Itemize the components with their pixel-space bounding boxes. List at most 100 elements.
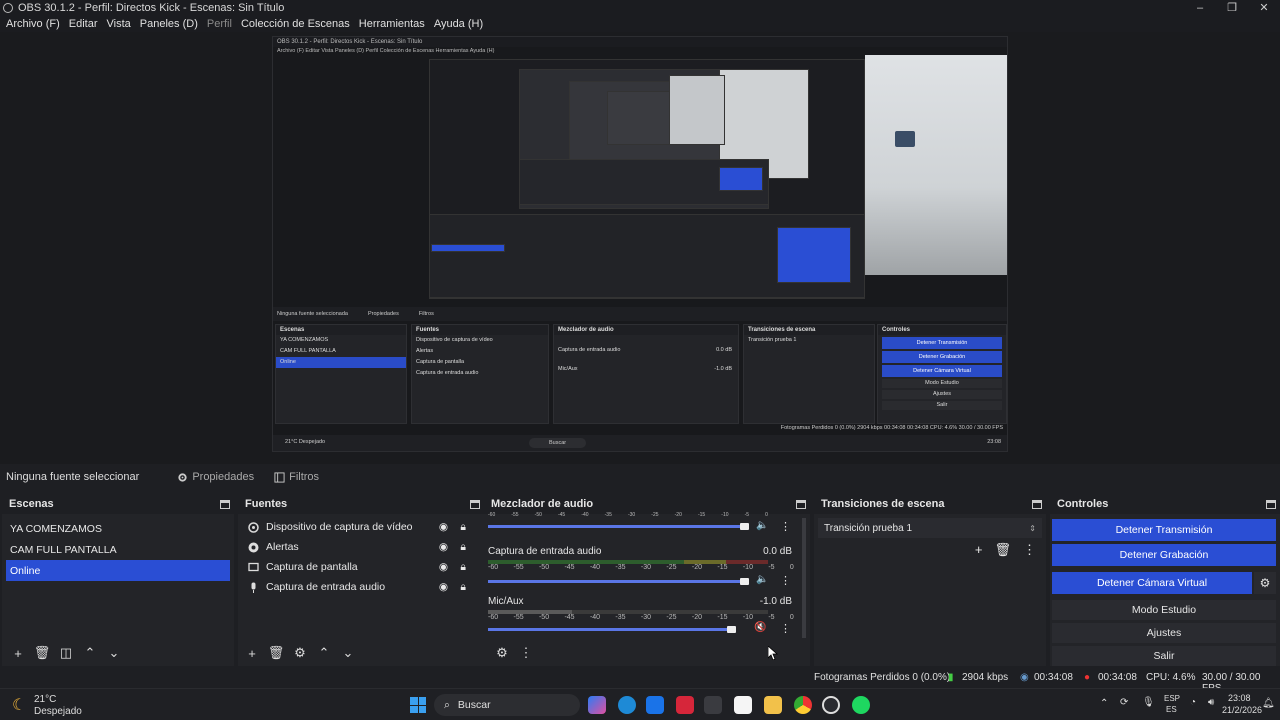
status-bar: Fotogramas Perdidos 0 (0.0%) ▮ 2904 kbps…: [0, 668, 1280, 694]
microphone-icon[interactable]: 🎙︎: [1142, 697, 1155, 708]
properties-button[interactable]: Propiedades: [169, 468, 262, 486]
notification-icon[interactable]: 🔔︎: [1262, 698, 1275, 709]
preview-canvas[interactable]: OBS 30.1.2 - Perfil: Directos Kick - Esc…: [0, 32, 1280, 464]
microphone-icon: [247, 581, 259, 593]
kebab-menu-icon[interactable]: ⋮: [1023, 542, 1036, 558]
network-sync-icon[interactable]: ⟳: [1120, 697, 1128, 708]
apps-icon[interactable]: [704, 696, 722, 714]
file-explorer-icon[interactable]: [764, 696, 782, 714]
chevron-up-icon[interactable]: ⌃: [312, 644, 336, 662]
minimize-button[interactable]: –: [1184, 0, 1216, 16]
volume-icon[interactable]: 🔊︎: [1208, 697, 1214, 708]
speaker-icon[interactable]: 🔈: [756, 520, 768, 531]
menu-editar[interactable]: Editar: [69, 18, 98, 30]
cpu-usage: CPU: 4.6%: [1146, 672, 1196, 683]
trash-icon[interactable]: 🗑: [994, 542, 1011, 558]
wifi-icon[interactable]: ◔: [1190, 697, 1196, 708]
transition-select[interactable]: Transición prueba 1 ⇕: [818, 518, 1042, 538]
trash-icon[interactable]: 🗑: [30, 644, 54, 662]
chrome-icon[interactable]: [794, 696, 812, 714]
studio-mode-button[interactable]: Modo Estudio: [1052, 600, 1276, 620]
menu-paneles[interactable]: Paneles (D): [140, 18, 198, 30]
edge-icon[interactable]: [618, 696, 636, 714]
lock-icon[interactable]: 🔒︎: [460, 521, 466, 534]
browser-icon: [247, 541, 259, 553]
maximize-button[interactable]: ❐: [1216, 0, 1248, 16]
menu-vista[interactable]: Vista: [107, 18, 131, 30]
source-item[interactable]: Alertas ◉ 🔒︎: [238, 537, 484, 557]
lock-icon[interactable]: 🔒︎: [460, 561, 466, 574]
chevron-up-icon[interactable]: ⌃: [78, 644, 102, 662]
filters-button[interactable]: Filtros: [266, 468, 327, 486]
eye-icon[interactable]: ◉: [439, 521, 448, 533]
stop-recording-button[interactable]: Detener Grabación: [1052, 544, 1276, 566]
exit-button[interactable]: Salir: [1052, 646, 1276, 666]
windows-start-icon[interactable]: [410, 697, 426, 713]
undock-icon[interactable]: [220, 499, 230, 509]
stop-stream-button[interactable]: Detener Transmisión: [1052, 519, 1276, 541]
eye-icon[interactable]: ◉: [439, 561, 448, 573]
volume-fader[interactable]: [488, 628, 734, 631]
gear-icon[interactable]: ⚙: [1254, 572, 1276, 594]
outlook-icon[interactable]: [646, 696, 664, 714]
filter-icon[interactable]: ◫: [54, 644, 78, 662]
speaker-muted-icon[interactable]: 🔇: [754, 622, 766, 633]
undock-icon[interactable]: [1266, 499, 1276, 509]
add-icon[interactable]: +: [240, 644, 264, 662]
media-app-icon[interactable]: [676, 696, 694, 714]
wrench-icon[interactable]: ⚙: [490, 644, 514, 662]
volume-fader[interactable]: [488, 580, 746, 583]
lang-primary[interactable]: ESP: [1164, 694, 1180, 703]
mixer-track: Captura de entrada audio 0.0 dB -60 -55 -5…: [484, 544, 810, 594]
settings-button[interactable]: Ajustes: [1052, 623, 1276, 643]
chevron-down-icon[interactable]: ⌄: [336, 644, 360, 662]
sources-dock-header: Fuentes: [238, 494, 484, 514]
taskbar-search[interactable]: ⌕ Buscar: [434, 694, 580, 716]
menu-perfil[interactable]: Perfil: [207, 18, 232, 30]
undock-icon[interactable]: [796, 499, 806, 509]
kebab-menu-icon[interactable]: ⋮: [780, 622, 791, 635]
nested-scenes-dock: Escenas YA COMENZAMOS CAM FULL PANTALLA …: [275, 324, 407, 424]
clock-time[interactable]: 23:08: [1228, 693, 1251, 703]
fader-knob[interactable]: [740, 523, 749, 530]
volume-fader[interactable]: [488, 525, 746, 528]
eye-icon[interactable]: ◉: [439, 581, 448, 593]
add-icon[interactable]: +: [975, 542, 983, 558]
undock-icon[interactable]: [470, 499, 480, 509]
source-item[interactable]: Captura de pantalla ◉ 🔒︎: [238, 557, 484, 577]
chevron-up-icon[interactable]: ⌃: [1100, 698, 1108, 709]
stop-virtual-camera-button[interactable]: Detener Cámara Virtual: [1052, 572, 1252, 594]
trash-icon[interactable]: 🗑: [264, 644, 288, 662]
obs-icon[interactable]: [822, 696, 840, 714]
scene-item-selected[interactable]: Online: [6, 560, 230, 581]
undock-icon[interactable]: [1032, 499, 1042, 509]
source-item[interactable]: Dispositivo de captura de vídeo ◉ 🔒︎: [238, 517, 484, 537]
menu-coleccion[interactable]: Colección de Escenas: [241, 18, 350, 30]
spotify-icon[interactable]: [852, 696, 870, 714]
lock-icon[interactable]: 🔒︎: [460, 541, 466, 554]
kebab-menu-icon[interactable]: ⋮: [780, 520, 791, 533]
chevron-down-icon[interactable]: ⌄: [102, 644, 126, 662]
menu-archivo[interactable]: Archivo (F): [6, 18, 60, 30]
menu-ayuda[interactable]: Ayuda (H): [434, 18, 483, 30]
copilot-icon[interactable]: [588, 696, 606, 714]
fader-knob[interactable]: [740, 578, 749, 585]
lock-icon[interactable]: 🔒︎: [460, 581, 466, 594]
source-item[interactable]: Captura de entrada audio ◉ 🔒︎: [238, 577, 484, 597]
kebab-menu-icon[interactable]: ⋮: [780, 574, 791, 587]
nested-mixer-dock: Mezclador de audio Captura de entrada au…: [553, 324, 739, 424]
kebab-menu-icon[interactable]: ⋮: [514, 644, 538, 662]
mixer-scrollbar[interactable]: [802, 518, 806, 638]
speaker-icon[interactable]: 🔈: [756, 574, 768, 585]
mouse-cursor-icon: [768, 646, 778, 660]
scene-item[interactable]: CAM FULL PANTALLA: [2, 539, 234, 560]
close-button[interactable]: ✕: [1248, 0, 1280, 16]
add-icon[interactable]: +: [6, 644, 30, 662]
clock-date[interactable]: 21/2/2026: [1222, 705, 1262, 715]
gear-icon[interactable]: ⚙: [288, 644, 312, 662]
scene-item[interactable]: YA COMENZAMOS: [2, 518, 234, 539]
fader-knob[interactable]: [727, 626, 736, 633]
eye-icon[interactable]: ◉: [439, 541, 448, 553]
store-icon[interactable]: [734, 696, 752, 714]
menu-herramientas[interactable]: Herramientas: [359, 18, 425, 30]
